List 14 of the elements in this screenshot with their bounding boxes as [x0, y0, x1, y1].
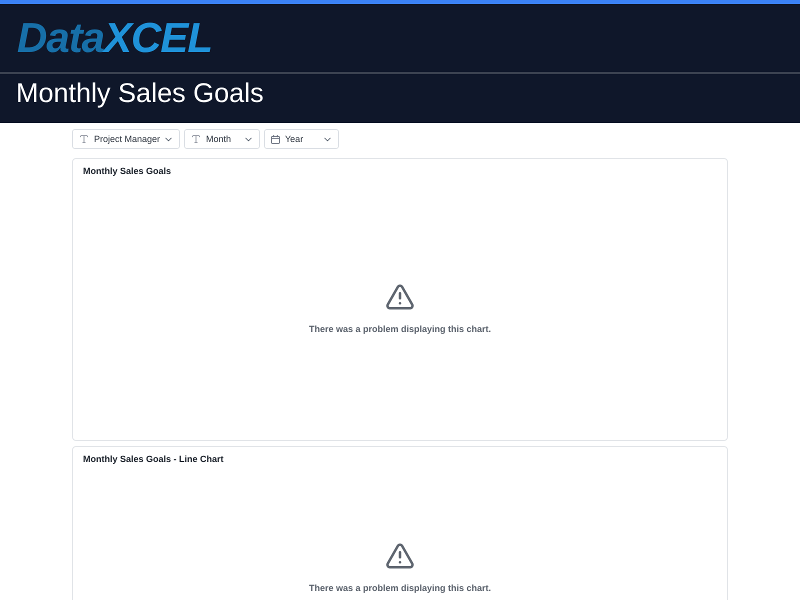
filter-dropdown[interactable]: Project Manager: [72, 129, 180, 149]
filter-dropdown[interactable]: Month: [184, 129, 260, 149]
warning-icon: [385, 541, 415, 571]
text-type-icon: [79, 134, 89, 144]
chart-title: Monthly Sales Goals - Line Chart: [83, 453, 224, 465]
logo: DataXCEL: [17, 16, 212, 60]
chart-title: Monthly Sales Goals: [83, 165, 172, 177]
warning-icon: [385, 282, 415, 312]
error-message: There was a problem displaying this chart.: [308, 582, 492, 594]
filter-dropdown[interactable]: Year: [264, 129, 339, 149]
error-message: There was a problem displaying this chart.: [308, 323, 492, 335]
page-title: Monthly Sales Goals: [16, 77, 264, 110]
calendar-icon: [271, 134, 280, 144]
text-type-icon: [191, 134, 201, 144]
